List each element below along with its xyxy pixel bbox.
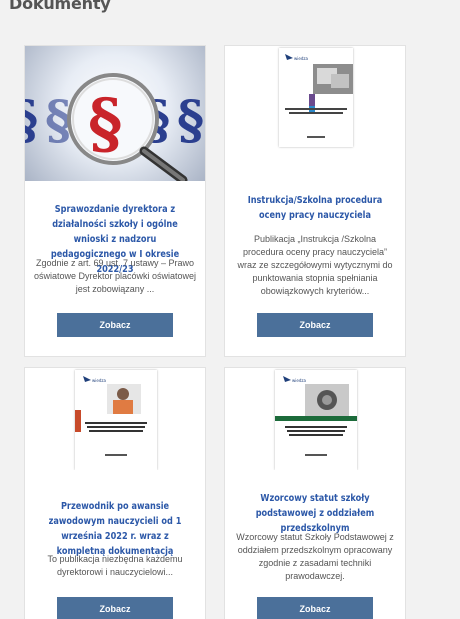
svg-text:§: § — [88, 84, 123, 162]
card-description: To publikacja niezbędna każdemu dyrektor… — [47, 554, 183, 577]
card-description: Publikacja „Instrukcja /Szkolna procedur… — [237, 234, 393, 296]
document-card-statut: wiedza Wzorcowy statut szkoły podstawowe… — [224, 367, 406, 619]
document-card-instrukcja: wiedza Instrukcja/Szkolna procedura ocen… — [224, 45, 406, 357]
card-title[interactable]: Instrukcja/Szkolna procedura oceny pracy… — [244, 193, 385, 223]
svg-text:§: § — [177, 90, 204, 151]
svg-text:wiedza: wiedza — [292, 378, 306, 383]
view-button[interactable]: Zobacz — [57, 313, 173, 337]
document-cover-image[interactable]: wiedza — [225, 368, 405, 470]
view-button[interactable]: Zobacz — [257, 313, 373, 337]
svg-text:§: § — [25, 90, 38, 151]
view-button[interactable]: Zobacz — [257, 597, 373, 619]
document-card-przewodnik: wiedza Przewodnik po awansie zawodowym n… — [24, 367, 206, 619]
magnifier-paragraph-image[interactable]: § § § § § — [25, 46, 205, 181]
svg-text:wiedza: wiedza — [294, 56, 308, 61]
document-card-sprawozdanie: § § § § § Sprawozdanie dyrektora z dział… — [24, 45, 206, 357]
card-title[interactable]: Wzorcowy statut szkoły podstawowej z odd… — [244, 491, 385, 536]
section-title: Dokumenty — [9, 0, 111, 13]
card-description: Wzorcowy statut Szkoły Podstawowej z odd… — [236, 532, 394, 581]
document-cover-image[interactable]: wiedza — [25, 368, 205, 470]
card-description: Zgodnie z art. 69 ust. 7 ustawy – Prawo … — [33, 258, 197, 294]
svg-text:wiedza: wiedza — [92, 378, 106, 383]
document-cover-image[interactable]: wiedza — [225, 46, 405, 181]
view-button[interactable]: Zobacz — [57, 597, 173, 619]
card-title[interactable]: Przewodnik po awansie zawodowym nauczyci… — [44, 499, 185, 559]
